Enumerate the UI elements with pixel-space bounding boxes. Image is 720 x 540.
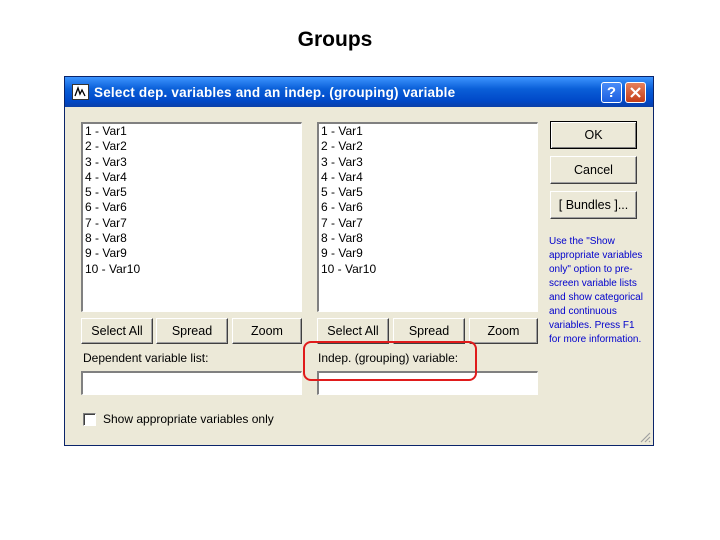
close-icon [630, 87, 641, 98]
list-item[interactable]: 10 - Var10 [85, 262, 301, 277]
dependent-variable-field[interactable] [81, 371, 302, 395]
list-item[interactable]: 5 - Var5 [85, 185, 301, 200]
list-item[interactable]: 4 - Var4 [85, 170, 301, 185]
dialog-title: Select dep. variables and an indep. (gro… [94, 85, 456, 100]
cancel-button[interactable]: Cancel [550, 156, 637, 184]
show-appropriate-label[interactable]: Show appropriate variables only [103, 412, 274, 426]
dependent-variable-label: Dependent variable list: [83, 351, 209, 365]
list-item[interactable]: 5 - Var5 [321, 185, 537, 200]
dependent-variables-list[interactable]: 1 - Var1 2 - Var2 3 - Var3 4 - Var4 5 - Var5… [81, 122, 302, 312]
show-appropriate-checkbox[interactable] [83, 413, 96, 426]
ok-button[interactable]: OK [550, 121, 637, 149]
highlight-annotation [303, 341, 477, 381]
resize-grip-icon[interactable] [639, 431, 651, 443]
list-item[interactable]: 7 - Var7 [321, 216, 537, 231]
slide-title: Groups [297, 28, 373, 51]
list-item[interactable]: 2 - Var2 [85, 139, 301, 154]
list-item[interactable]: 4 - Var4 [321, 170, 537, 185]
list-item[interactable]: 9 - Var9 [85, 246, 301, 261]
list-item[interactable]: 6 - Var6 [85, 200, 301, 215]
right-zoom-button[interactable]: Zoom [469, 318, 538, 344]
list-item[interactable]: 9 - Var9 [321, 246, 537, 261]
help-text: Use the "Show appropriate variables only… [549, 236, 643, 345]
list-item[interactable]: 8 - Var8 [85, 231, 301, 246]
bundles-button[interactable]: [ Bundles ]... [550, 191, 637, 219]
left-zoom-button[interactable]: Zoom [232, 318, 302, 344]
help-button[interactable]: ? [601, 82, 622, 103]
title-bar[interactable]: Select dep. variables and an indep. (gro… [65, 77, 653, 107]
list-item[interactable]: 6 - Var6 [321, 200, 537, 215]
left-spread-button[interactable]: Spread [156, 318, 228, 344]
independent-variables-list[interactable]: 1 - Var1 2 - Var2 3 - Var3 4 - Var4 5 - Var5… [317, 122, 538, 312]
list-item[interactable]: 3 - Var3 [85, 155, 301, 170]
list-item[interactable]: 8 - Var8 [321, 231, 537, 246]
list-item[interactable]: 3 - Var3 [321, 155, 537, 170]
list-item[interactable]: 2 - Var2 [321, 139, 537, 154]
list-item[interactable]: 7 - Var7 [85, 216, 301, 231]
list-item[interactable]: 1 - Var1 [321, 124, 537, 139]
list-item[interactable]: 10 - Var10 [321, 262, 537, 277]
select-variables-dialog: Select dep. variables and an indep. (gro… [64, 76, 654, 446]
left-select-all-button[interactable]: Select All [81, 318, 153, 344]
list-item[interactable]: 1 - Var1 [85, 124, 301, 139]
app-icon [72, 84, 89, 100]
close-button[interactable] [625, 82, 646, 103]
